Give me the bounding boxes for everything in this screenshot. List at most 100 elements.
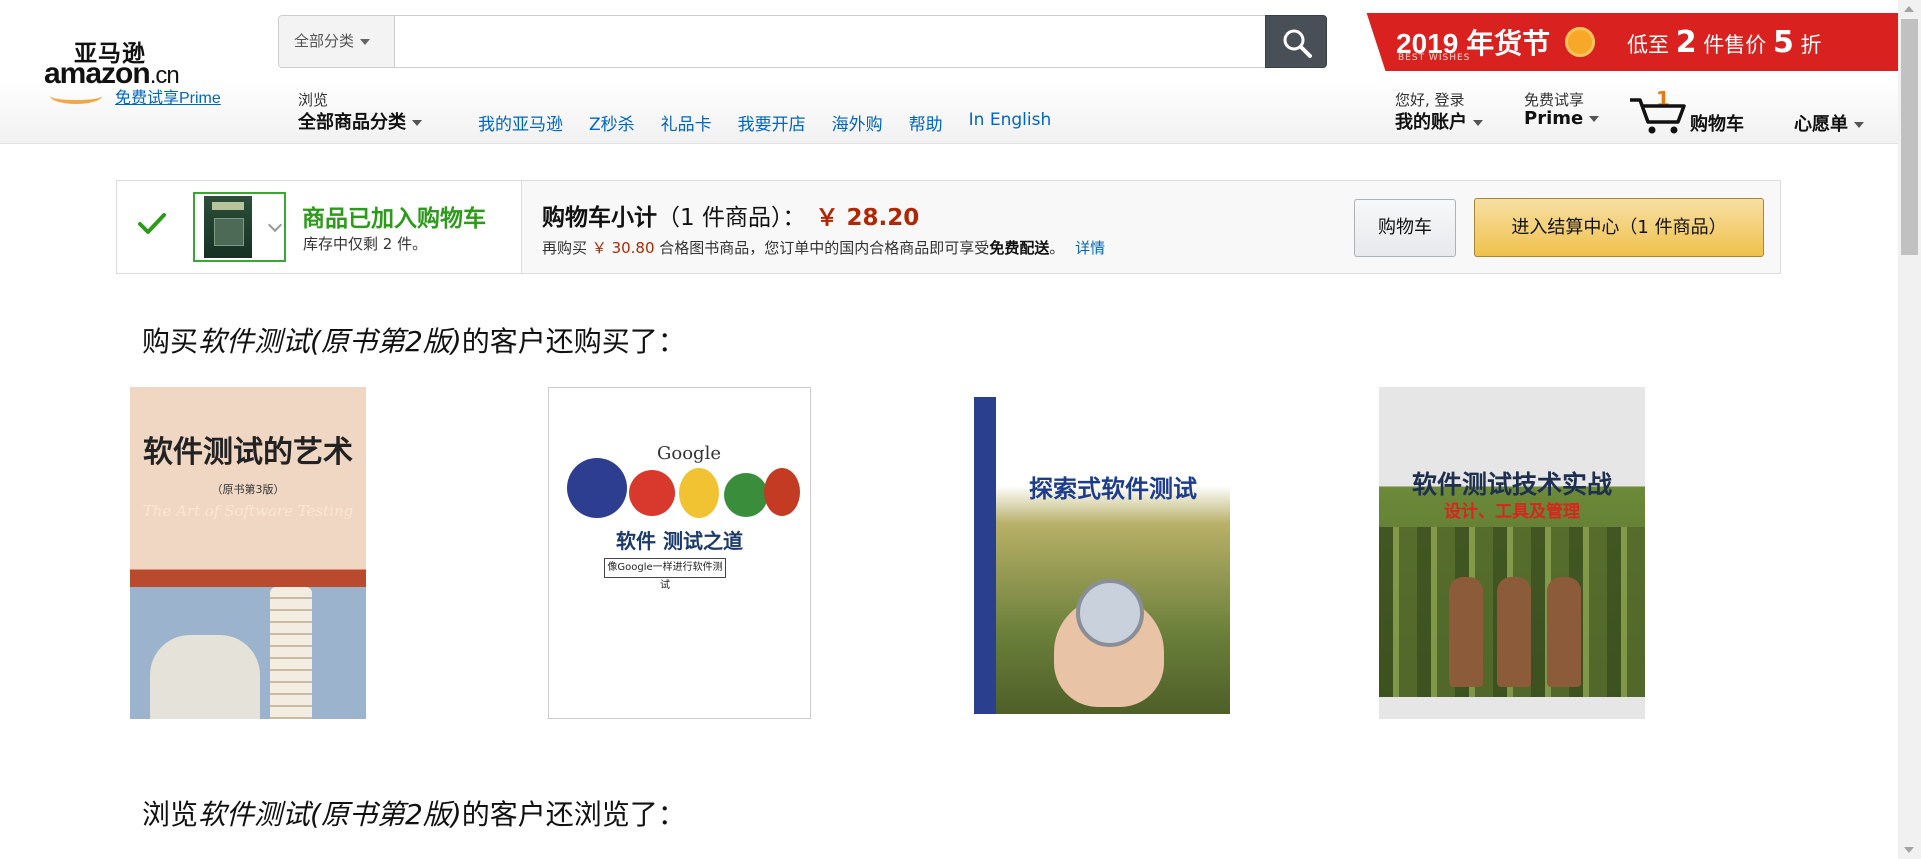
nav-links: 我的亚马逊 Z秒杀 礼品卡 我要开店 海外购 帮助 In English bbox=[478, 110, 1077, 135]
checkmark-icon bbox=[138, 213, 166, 234]
nav-link-my-amazon[interactable]: 我的亚马逊 bbox=[478, 110, 563, 135]
account-label-text: 我的账户 bbox=[1395, 112, 1467, 133]
note-end: 。 bbox=[1049, 239, 1065, 257]
search-icon bbox=[1283, 29, 1312, 58]
added-to-cart-panel: 商品已加入购物车 库存中仅剩 2 件。 购物车小计（1 件商品）： ￥ 28.20… bbox=[116, 180, 1781, 274]
amazon-logo[interactable]: 亚马逊 amazon.cn 免费试享Prime bbox=[44, 34, 234, 110]
book-1-edition: （原书第3版） bbox=[211, 483, 285, 496]
scroll-down-icon[interactable] bbox=[1904, 847, 1914, 853]
also-viewed-heading: 浏览软件测试(原书第2版)的客户还浏览了： bbox=[142, 793, 686, 833]
monster-illustration bbox=[764, 468, 800, 516]
book-cover-3[interactable]: 探索式软件测试 bbox=[974, 397, 1230, 714]
offer-number-2: 5 bbox=[1772, 25, 1794, 60]
note-free-shipping: 免费配送 bbox=[989, 239, 1050, 257]
book-3-title: 探索式软件测试 bbox=[1029, 474, 1197, 503]
cart-label: 购物车 bbox=[1690, 114, 1744, 135]
scroll-up-icon[interactable] bbox=[1904, 6, 1914, 12]
view-cart-button[interactable]: 购物车 bbox=[1354, 199, 1456, 257]
note-middle: 合格图书商品，您订单中的国内合格商品即可享受 bbox=[659, 239, 990, 257]
proceed-to-checkout-button[interactable]: 进入结算中心（1 件商品） bbox=[1474, 198, 1764, 257]
promo-sub-text: BEST WISHES bbox=[1398, 53, 1471, 63]
cover-tower bbox=[270, 587, 312, 719]
cover-hiker bbox=[1449, 577, 1483, 687]
viewed-prefix: 浏览 bbox=[142, 798, 199, 831]
nav-link-gift-cards[interactable]: 礼品卡 bbox=[661, 110, 712, 135]
monster-illustration bbox=[724, 473, 768, 517]
added-to-cart-title: 商品已加入购物车 bbox=[302, 206, 486, 232]
cart-subtotal: 购物车小计（1 件商品）： ￥ 28.20 bbox=[542, 198, 919, 232]
browse-categories-menu[interactable]: 浏览 全部商品分类 bbox=[298, 89, 422, 134]
caret-down-icon bbox=[1589, 116, 1600, 122]
book-thumbnail-image bbox=[204, 196, 252, 258]
shipping-details-link[interactable]: 详情 bbox=[1075, 239, 1105, 257]
also-bought-heading: 购买软件测试(原书第2版)的客户还购买了： bbox=[142, 320, 686, 360]
book-2-title: 软件 测试之道 bbox=[616, 529, 743, 553]
book-cover-2[interactable]: Google 软件 测试之道 像Google一样进行软件测试 bbox=[548, 387, 811, 719]
free-shipping-note: 再购买 ￥ 30.80 合格图书商品，您订单中的国内合格商品即可享受免费配送。 … bbox=[542, 237, 1105, 258]
nav-link-sell[interactable]: 我要开店 bbox=[738, 110, 806, 135]
monster-illustration bbox=[567, 458, 627, 518]
nav-link-english[interactable]: In English bbox=[969, 110, 1052, 135]
subtotal-items: （1 件商品）： bbox=[657, 205, 806, 231]
viewed-book-title: 软件测试(原书第2版) bbox=[198, 798, 462, 831]
search-button[interactable] bbox=[1265, 15, 1327, 68]
added-item-thumbnail[interactable] bbox=[193, 192, 286, 262]
search-category-label: 全部分类 bbox=[294, 32, 355, 50]
page-scrollbar[interactable] bbox=[1898, 0, 1921, 859]
prime-label: Prime bbox=[1524, 108, 1600, 129]
nav-link-z-deals[interactable]: Z秒杀 bbox=[589, 110, 635, 135]
note-amount: ￥ 30.80 bbox=[591, 239, 655, 257]
account-label: 我的账户 bbox=[1395, 108, 1483, 134]
browse-small-label: 浏览 bbox=[298, 91, 329, 109]
book-cover-1[interactable]: 软件测试的艺术 （原书第3版） The Art of Software Test… bbox=[130, 387, 366, 719]
prime-label-text: Prime bbox=[1524, 108, 1584, 129]
caret-down-icon bbox=[1473, 120, 1483, 126]
book-1-english-title: The Art of Software Testing bbox=[142, 502, 354, 520]
offer-prefix: 低至 bbox=[1627, 33, 1669, 57]
compass-icon bbox=[1076, 579, 1144, 647]
prime-trial-link[interactable]: 免费试享Prime bbox=[115, 84, 221, 108]
bought-suffix: 的客户还购买了： bbox=[461, 325, 686, 358]
caret-down-icon bbox=[412, 120, 422, 126]
promo-banner[interactable]: 2019 年货节 BEST WISHES 低至 2 件售价 5 折 bbox=[1362, 13, 1898, 71]
account-greeting: 您好, 登录 bbox=[1395, 91, 1465, 109]
viewed-suffix: 的客户还浏览了： bbox=[461, 798, 686, 831]
flower-icon bbox=[1565, 27, 1595, 57]
cover-church bbox=[150, 635, 260, 719]
scroll-thumb[interactable] bbox=[1901, 19, 1918, 255]
search-bar: 全部分类 bbox=[278, 15, 1327, 68]
wishlist-label: 心愿单 bbox=[1794, 114, 1848, 135]
site-header: 亚马逊 amazon.cn 免费试享Prime 全部分类 2019 年货节 BE… bbox=[0, 0, 1898, 144]
offer-suffix: 折 bbox=[1800, 33, 1822, 57]
cover-hiker bbox=[1547, 577, 1581, 687]
cover-spine bbox=[974, 397, 996, 714]
wishlist-menu[interactable]: 心愿单 bbox=[1794, 110, 1864, 136]
browse-big-label: 全部商品分类 bbox=[298, 108, 422, 134]
bought-book-title: 软件测试(原书第2版) bbox=[198, 325, 462, 358]
monster-illustration bbox=[679, 468, 719, 518]
book-2-brand: Google bbox=[657, 443, 721, 464]
book-cover-4[interactable]: 软件测试技术实战 设计、工具及管理 bbox=[1379, 387, 1645, 719]
caret-down-icon bbox=[1854, 122, 1864, 128]
promo-offer: 低至 2 件售价 5 折 bbox=[1627, 25, 1822, 60]
note-prefix: 再购买 bbox=[542, 239, 588, 257]
nav-link-help[interactable]: 帮助 bbox=[909, 110, 943, 135]
nav-link-overseas[interactable]: 海外购 bbox=[832, 110, 883, 135]
account-menu[interactable]: 您好, 登录 我的账户 bbox=[1395, 89, 1483, 134]
caret-down-icon bbox=[360, 38, 371, 45]
smile-arrow-icon bbox=[50, 88, 102, 104]
book-2-subtitle: 像Google一样进行软件测试 bbox=[604, 558, 726, 591]
search-input[interactable] bbox=[397, 16, 1197, 65]
prime-menu[interactable]: 免费试享 Prime bbox=[1524, 89, 1600, 129]
cart-link[interactable]: 1 购物车 bbox=[1628, 87, 1758, 135]
cover-footer bbox=[1379, 697, 1645, 719]
subtotal-price: ￥ 28.20 bbox=[815, 205, 920, 231]
cover-hiker bbox=[1497, 577, 1531, 687]
monster-illustration bbox=[629, 470, 675, 516]
offer-middle: 件售价 bbox=[1703, 33, 1767, 57]
cart-icon bbox=[1630, 98, 1686, 134]
search-category-dropdown[interactable]: 全部分类 bbox=[279, 16, 395, 67]
offer-number-1: 2 bbox=[1675, 25, 1697, 60]
book-1-title: 软件测试的艺术 bbox=[143, 435, 353, 470]
subtotal-label: 购物车小计 bbox=[542, 205, 657, 231]
